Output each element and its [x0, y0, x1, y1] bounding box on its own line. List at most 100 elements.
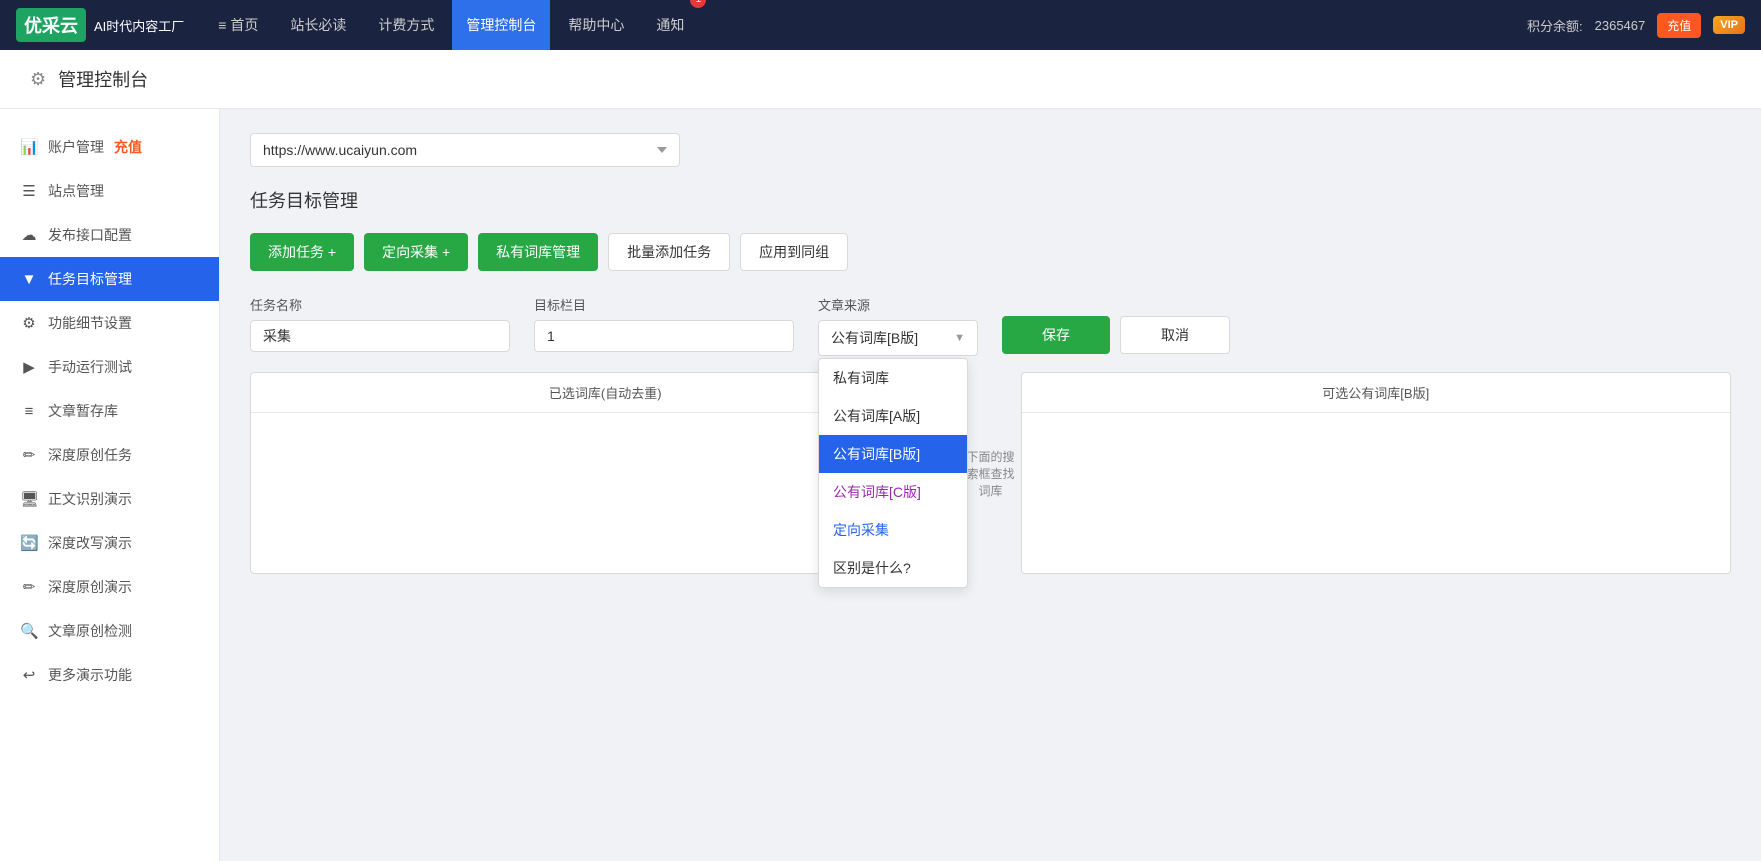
form-row: 任务名称 目标栏目 文章来源 公有词库[B版] ▼: [250, 295, 1731, 356]
sidebar-label-publish: 发布接口配置: [48, 225, 132, 245]
sidebar-item-check[interactable]: 🔍 文章原创检测: [0, 609, 219, 653]
sidebar-item-site[interactable]: ☰ 站点管理: [0, 169, 219, 213]
directed-collect-button[interactable]: 定向采集 +: [364, 233, 468, 271]
form-actions: _ 保存 取消: [1002, 295, 1230, 354]
private-lib-button[interactable]: 私有词库管理: [478, 233, 598, 271]
sidebar-label-more: 更多演示功能: [48, 665, 132, 685]
sidebar-label-draft: 文章暂存库: [48, 401, 118, 421]
source-select-wrap: 公有词库[B版] ▼ 私有词库 公有词库[A版] 公有词库[B版] 公有词库[C…: [818, 320, 978, 356]
search-icon: 🔍: [20, 622, 38, 640]
section-title: 任务目标管理: [250, 187, 1731, 213]
sidebar-item-ocr[interactable]: 🖥 正文识别演示: [0, 477, 219, 521]
sidebar-label-feature: 功能细节设置: [48, 313, 132, 333]
dropdown-difference[interactable]: 区别是什么?: [819, 549, 967, 587]
target-column-input[interactable]: [534, 320, 794, 352]
draft-icon: ≡: [20, 403, 38, 420]
main-content: 📊 账户管理 充值 ☰ 站点管理 ☁ 发布接口配置 ▼ 任务目标管理 ⚙ 功能细…: [0, 109, 1761, 861]
dropdown-public-a[interactable]: 公有词库[A版]: [819, 397, 967, 435]
top-navigation: 优采云 AI时代内容工厂 ≡ 首页 站长必读 计费方式 管理控制台 帮助中心 通…: [0, 0, 1761, 50]
refresh-icon: 🔄: [20, 534, 38, 552]
cancel-button[interactable]: 取消: [1120, 316, 1230, 354]
target-column-group: 目标栏目: [534, 295, 794, 352]
button-group: 添加任务 + 定向采集 + 私有词库管理 批量添加任务 应用到同组: [250, 233, 1731, 271]
logo-area: 优采云 AI时代内容工厂: [16, 8, 184, 42]
recharge-button[interactable]: 充值: [1657, 13, 1701, 38]
logo-icon: 优采云: [16, 8, 86, 42]
cloud-icon: ☁: [20, 226, 38, 244]
sidebar-label-ocr: 正文识别演示: [48, 489, 132, 509]
gap-hint-text: 下面的搜索框查找词库: [965, 448, 1017, 499]
apply-group-button[interactable]: 应用到同组: [740, 233, 848, 271]
action-buttons: 保存 取消: [1002, 316, 1230, 354]
source-select-display[interactable]: 公有词库[B版] ▼: [818, 320, 978, 356]
nav-mustread[interactable]: 站长必读: [276, 0, 360, 50]
source-label: 文章来源: [818, 295, 978, 314]
source-dropdown-menu: 私有词库 公有词库[A版] 公有词库[B版] 公有词库[C版] 定向采集 区别是…: [818, 358, 968, 588]
available-lib-body: [1022, 413, 1731, 573]
url-select-wrap: https://www.ucaiyun.com: [250, 133, 1731, 167]
notify-badge: 1: [690, 0, 706, 8]
sidebar-label-original-demo: 深度原创演示: [48, 577, 132, 597]
url-select[interactable]: https://www.ucaiyun.com: [250, 133, 680, 167]
sidebar-item-task[interactable]: ▼ 任务目标管理: [0, 257, 219, 301]
task-name-label: 任务名称: [250, 295, 510, 314]
notify-label: 通知: [656, 17, 684, 33]
sidebar-label-manual: 手动运行测试: [48, 357, 132, 377]
nav-dashboard[interactable]: 管理控制台: [452, 0, 550, 50]
sidebar-label-original-task: 深度原创任务: [48, 445, 132, 465]
add-task-button[interactable]: 添加任务 +: [250, 233, 354, 271]
sidebar-item-draft[interactable]: ≡ 文章暂存库: [0, 389, 219, 433]
task-name-input[interactable]: [250, 320, 510, 352]
save-button[interactable]: 保存: [1002, 316, 1110, 354]
nav-notify[interactable]: 通知 1: [642, 0, 698, 50]
edit-icon: ✏: [20, 446, 38, 464]
source-group: 文章来源 公有词库[B版] ▼ 私有词库 公有词库[A版] 公有词库[B版] 公…: [818, 295, 978, 356]
page-title: 管理控制台: [58, 66, 148, 92]
sidebar-item-manual[interactable]: ▶ 手动运行测试: [0, 345, 219, 389]
sidebar-label-task: 任务目标管理: [48, 269, 132, 289]
nav-help[interactable]: 帮助中心: [554, 0, 638, 50]
source-selected-value: 公有词库[B版]: [831, 328, 918, 348]
points-value: 2365467: [1595, 18, 1646, 33]
sidebar-item-account[interactable]: 📊 账户管理 充值: [0, 125, 219, 169]
nav-pricing[interactable]: 计费方式: [364, 0, 448, 50]
monitor-icon: 🖥: [20, 490, 38, 508]
source-chevron-icon: ▼: [954, 332, 965, 344]
dropdown-directed[interactable]: 定向采集: [819, 511, 967, 549]
sidebar-label-check: 文章原创检测: [48, 621, 132, 641]
sidebar-item-publish[interactable]: ☁ 发布接口配置: [0, 213, 219, 257]
dropdown-public-c[interactable]: 公有词库[C版]: [819, 473, 967, 511]
sidebar-item-original-demo[interactable]: ✏ 深度原创演示: [0, 565, 219, 609]
sidebar: 📊 账户管理 充值 ☰ 站点管理 ☁ 发布接口配置 ▼ 任务目标管理 ⚙ 功能细…: [0, 109, 220, 861]
recharge-link[interactable]: 充值: [114, 137, 142, 157]
settings-icon: ⚙: [20, 314, 38, 332]
nav-links: ≡ 首页 站长必读 计费方式 管理控制台 帮助中心 通知 1: [204, 0, 1527, 50]
sidebar-label-site: 站点管理: [48, 181, 104, 201]
batch-add-button[interactable]: 批量添加任务: [608, 233, 730, 271]
sidebar-item-feature[interactable]: ⚙ 功能细节设置: [0, 301, 219, 345]
dropdown-public-b[interactable]: 公有词库[B版]: [819, 435, 967, 473]
more-icon: ↩: [20, 666, 38, 684]
gear-icon: ⚙: [30, 69, 46, 90]
sidebar-item-rewrite[interactable]: 🔄 深度改写演示: [0, 521, 219, 565]
vip-badge: VIP: [1713, 16, 1745, 34]
target-column-label: 目标栏目: [534, 295, 794, 314]
logo-subtitle: AI时代内容工厂: [94, 16, 184, 35]
points-label: 积分余额:: [1527, 16, 1583, 35]
content-area: https://www.ucaiyun.com 任务目标管理 添加任务 + 定向…: [220, 109, 1761, 861]
sidebar-item-original-task[interactable]: ✏ 深度原创任务: [0, 433, 219, 477]
dropdown-private[interactable]: 私有词库: [819, 359, 967, 397]
play-icon: ▶: [20, 358, 38, 376]
sidebar-item-more[interactable]: ↩ 更多演示功能: [0, 653, 219, 697]
page-wrap: ⚙ 管理控制台 📊 账户管理 充值 ☰ 站点管理 ☁ 发布接口配置 ▼ 任务目标…: [0, 50, 1761, 861]
chart-icon: 📊: [20, 138, 38, 156]
page-header: ⚙ 管理控制台: [0, 50, 1761, 109]
nav-home[interactable]: ≡ 首页: [204, 0, 272, 50]
panel-gap-hint: 下面的搜索框查找词库: [961, 372, 1021, 574]
sidebar-label-account: 账户管理: [48, 137, 104, 157]
sidebar-label-rewrite: 深度改写演示: [48, 533, 132, 553]
filter-icon: ▼: [20, 271, 38, 288]
available-lib-panel: 可选公有词库[B版]: [1021, 372, 1732, 574]
nav-right-area: 积分余额: 2365467 充值 VIP: [1527, 13, 1745, 38]
two-col-panels: 已选词库(自动去重) 下面的搜索框查找词库 可选公有词库[B版]: [250, 372, 1731, 574]
